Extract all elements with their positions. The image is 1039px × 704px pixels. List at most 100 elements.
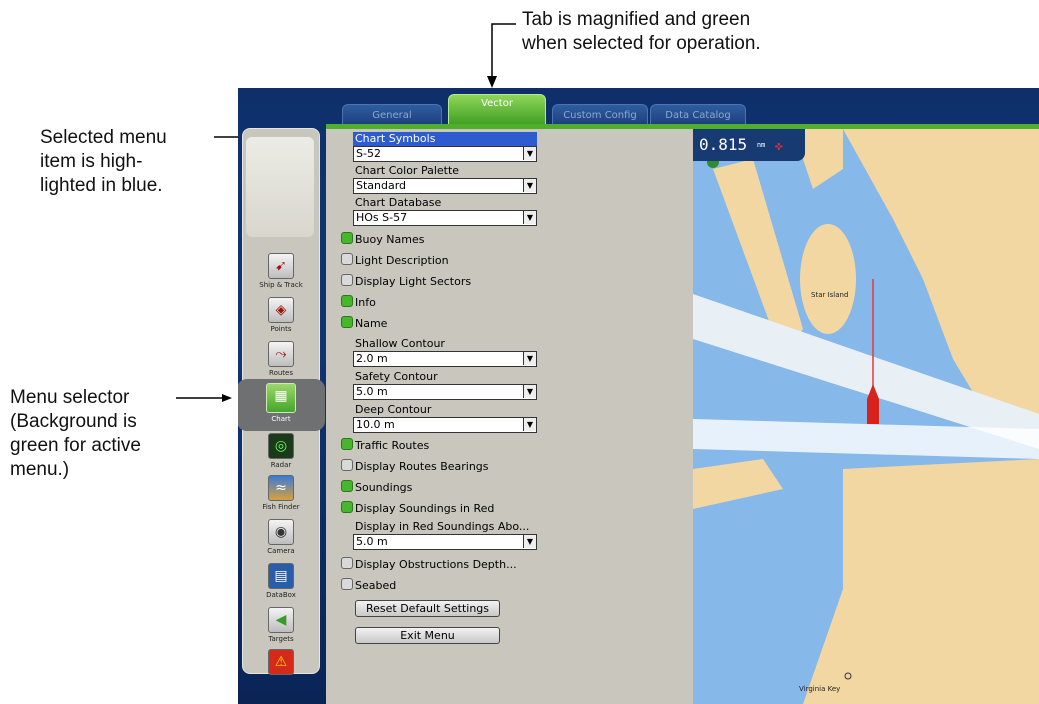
traffic-routes-label: Traffic Routes	[355, 439, 430, 452]
shallow-contour-value: 2.0 m	[356, 352, 388, 365]
sidebar-item-radar[interactable]: ◎ Radar	[243, 431, 319, 477]
exit-menu-button[interactable]: Exit Menu	[355, 627, 500, 644]
tab-custom-config[interactable]: Custom Config	[552, 104, 648, 125]
safety-contour-label: Safety Contour	[355, 370, 438, 383]
traffic-routes-toggle[interactable]: Traffic Routes	[341, 438, 429, 454]
sidebar-item-ship-track[interactable]: ➹ Ship & Track	[243, 251, 319, 297]
chart-database-select[interactable]: HOs S-57 ▼	[353, 210, 537, 226]
selector-annotation-line2: (Background is	[10, 411, 137, 432]
red-soundings-above-label: Display in Red Soundings Abo...	[355, 520, 530, 533]
chart-database-label: Chart Database	[355, 196, 442, 209]
info-toggle[interactable]: Info	[341, 295, 376, 311]
sidebar-item-points[interactable]: ◈ Points	[243, 295, 319, 341]
chevron-down-icon[interactable]: ▼	[523, 418, 536, 431]
display-light-sectors-toggle[interactable]: Display Light Sectors	[341, 274, 471, 290]
sidebar-header-panel	[246, 137, 314, 237]
deep-contour-select[interactable]: 10.0 m ▼	[353, 417, 537, 433]
sidebar-item-label: Chart	[271, 415, 291, 423]
sidebar-item-chart[interactable]: ▦ Chart	[238, 379, 325, 431]
selected-item-annotation: Selected menu item is high- lighted in b…	[40, 126, 167, 198]
chart-database-value: HOs S-57	[356, 211, 408, 224]
chart-symbols-value: S-52	[356, 147, 381, 160]
sidebar-item-databox[interactable]: ▤ DataBox	[243, 561, 319, 607]
checkbox-on-icon[interactable]	[341, 480, 353, 492]
checkbox-on-icon[interactable]	[341, 295, 353, 307]
checkbox-on-icon[interactable]	[341, 232, 353, 244]
chart-map-drawing	[693, 129, 1039, 704]
sidebar-item-label: Camera	[267, 547, 295, 555]
chevron-down-icon[interactable]: ▼	[523, 385, 536, 398]
scale-unit: nm	[756, 141, 766, 149]
sidebar-item-label: DataBox	[266, 591, 296, 599]
sidebar-item-label: Points	[270, 325, 292, 333]
checkbox-off-icon[interactable]	[341, 274, 353, 286]
checkbox-off-icon[interactable]	[341, 557, 353, 569]
deep-contour-setting[interactable]: Deep Contour 10.0 m ▼	[353, 403, 537, 433]
chevron-down-icon[interactable]: ▼	[523, 179, 536, 192]
sidebar-item-camera[interactable]: ◉ Camera	[243, 517, 319, 563]
menu-selector-sidebar: ➹ Ship & Track ◈ Points ⤳ Routes ▦ Chart…	[238, 128, 325, 675]
tab-annotation-line1: Tab is magnified and green	[522, 9, 751, 30]
safety-contour-select[interactable]: 5.0 m ▼	[353, 384, 537, 400]
checkbox-off-icon[interactable]	[341, 253, 353, 265]
sidebar-item-label: Ship & Track	[259, 281, 303, 289]
display-soundings-red-toggle[interactable]: Display Soundings in Red	[341, 501, 494, 517]
sidebar-item-label: Routes	[269, 369, 293, 377]
tab-leader-arrowhead	[487, 76, 497, 88]
checkbox-on-icon[interactable]	[341, 316, 353, 328]
selector-leader-arrowhead	[222, 394, 232, 402]
soundings-label: Soundings	[355, 481, 413, 494]
seabed-label: Seabed	[355, 579, 397, 592]
alarm-icon: ⚠	[268, 649, 294, 675]
seabed-toggle[interactable]: Seabed	[341, 578, 396, 594]
sidebar-item-label: Fish Finder	[262, 503, 300, 511]
chart-symbols-select[interactable]: S-52 ▼	[353, 146, 537, 162]
checkbox-on-icon[interactable]	[341, 501, 353, 513]
shallow-contour-setting[interactable]: Shallow Contour 2.0 m ▼	[353, 337, 537, 367]
tab-data-catalog[interactable]: Data Catalog	[650, 104, 746, 125]
star-island	[800, 224, 856, 334]
light-description-label: Light Description	[355, 254, 449, 267]
light-description-toggle[interactable]: Light Description	[341, 253, 449, 269]
sidebar-item-alarm[interactable]: ⚠	[243, 647, 319, 693]
checkbox-on-icon[interactable]	[341, 438, 353, 450]
soundings-toggle[interactable]: Soundings	[341, 480, 412, 496]
map-label-star-island: Star Island	[811, 291, 849, 299]
reset-default-settings-button[interactable]: Reset Default Settings	[355, 600, 500, 617]
buoy-names-label: Buoy Names	[355, 233, 425, 246]
buoy-names-toggle[interactable]: Buoy Names	[341, 232, 424, 248]
display-soundings-red-label: Display Soundings in Red	[355, 502, 495, 515]
shallow-contour-label: Shallow Contour	[355, 337, 445, 350]
checkbox-off-icon[interactable]	[341, 459, 353, 471]
shallow-contour-select[interactable]: 2.0 m ▼	[353, 351, 537, 367]
sidebar-item-fish-finder[interactable]: ≈ Fish Finder	[243, 473, 319, 519]
red-soundings-above-setting[interactable]: Display in Red Soundings Abo... 5.0 m ▼	[353, 520, 537, 550]
chevron-down-icon[interactable]: ▼	[523, 211, 536, 224]
display-obstructions-toggle[interactable]: Display Obstructions Depth...	[341, 557, 517, 573]
chevron-down-icon[interactable]: ▼	[523, 535, 536, 548]
chart-color-palette-setting[interactable]: Chart Color Palette Standard ▼	[353, 164, 537, 194]
databox-icon: ▤	[268, 563, 294, 589]
scale-readout: 0.815 nm ✜	[693, 129, 805, 161]
sidebar-item-targets[interactable]: ◀ Targets	[243, 605, 319, 651]
chevron-down-icon[interactable]: ▼	[523, 147, 536, 160]
display-routes-bearings-toggle[interactable]: Display Routes Bearings	[341, 459, 489, 475]
menu-selector-annotation: Menu selector (Background is green for a…	[10, 386, 141, 482]
chart-symbols-setting[interactable]: Chart Symbols S-52 ▼	[353, 132, 537, 162]
sidebar-item-label: Targets	[268, 635, 294, 643]
chevron-down-icon[interactable]: ▼	[523, 352, 536, 365]
camera-icon: ◉	[268, 519, 294, 545]
radar-icon: ◎	[268, 433, 294, 459]
checkbox-off-icon[interactable]	[341, 578, 353, 590]
map-label-virginia-key: Virginia Key	[799, 685, 841, 693]
chart-view[interactable]: 0.815 nm ✜ Star Island Virginia Key	[693, 129, 1039, 704]
red-soundings-above-select[interactable]: 5.0 m ▼	[353, 534, 537, 550]
display-obstructions-label: Display Obstructions Depth...	[355, 558, 517, 571]
chart-database-setting[interactable]: Chart Database HOs S-57 ▼	[353, 196, 537, 226]
chart-color-palette-select[interactable]: Standard ▼	[353, 178, 537, 194]
safety-contour-setting[interactable]: Safety Contour 5.0 m ▼	[353, 370, 537, 400]
sidebar-item-label: Radar	[270, 461, 292, 469]
tab-vector[interactable]: Vector	[448, 94, 546, 125]
name-toggle[interactable]: Name	[341, 316, 387, 332]
tab-general[interactable]: General	[342, 104, 442, 125]
